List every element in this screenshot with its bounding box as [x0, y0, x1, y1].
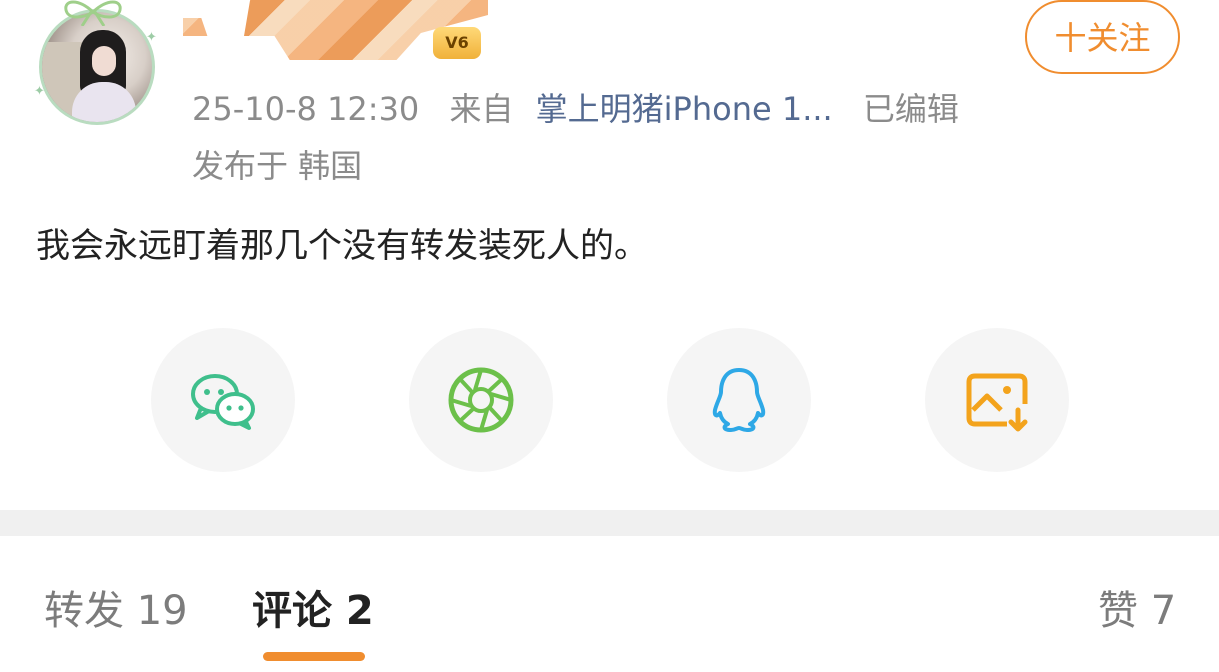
post-timestamp: 25-10-8 12:30 [192, 90, 420, 128]
follow-button[interactable]: 十关注 [1025, 0, 1180, 74]
save-image-button[interactable] [925, 328, 1069, 472]
active-tab-indicator [263, 652, 365, 661]
sparkle-icon: ✦ [34, 84, 45, 99]
vip-badge-icon[interactable]: V6 [433, 27, 481, 59]
post-location: 发布于 韩国 [192, 147, 363, 185]
source-prefix: 来自 [449, 90, 514, 128]
post-body: 我会永远盯着那几个没有转发装死人的。 [36, 226, 648, 266]
edited-label[interactable]: 已编辑 [863, 90, 959, 128]
avatar[interactable]: ✦ ✦ [30, 0, 162, 128]
tab-comments[interactable]: 评论 2 [252, 578, 374, 636]
save-image-icon [966, 373, 1028, 432]
qq-icon [712, 368, 766, 432]
share-moments-button[interactable] [409, 328, 553, 472]
wechat-icon [191, 374, 255, 430]
section-divider [0, 510, 1219, 536]
share-row [0, 328, 1219, 472]
bow-decoration-icon [64, 0, 122, 26]
avatar-photo [39, 9, 155, 125]
moments-icon [448, 367, 514, 433]
tab-likes[interactable]: 赞 7 [1098, 578, 1176, 636]
post-meta: 25-10-8 12:30 来自 掌上明猪iPhone 1... 已编辑 [192, 84, 979, 130]
source-link[interactable]: 掌上明猪iPhone 1... [536, 90, 833, 128]
tab-repost[interactable]: 转发 19 [44, 578, 188, 636]
share-wechat-button[interactable] [151, 328, 295, 472]
sparkle-icon: ✦ [146, 30, 157, 45]
share-qq-button[interactable] [667, 328, 811, 472]
